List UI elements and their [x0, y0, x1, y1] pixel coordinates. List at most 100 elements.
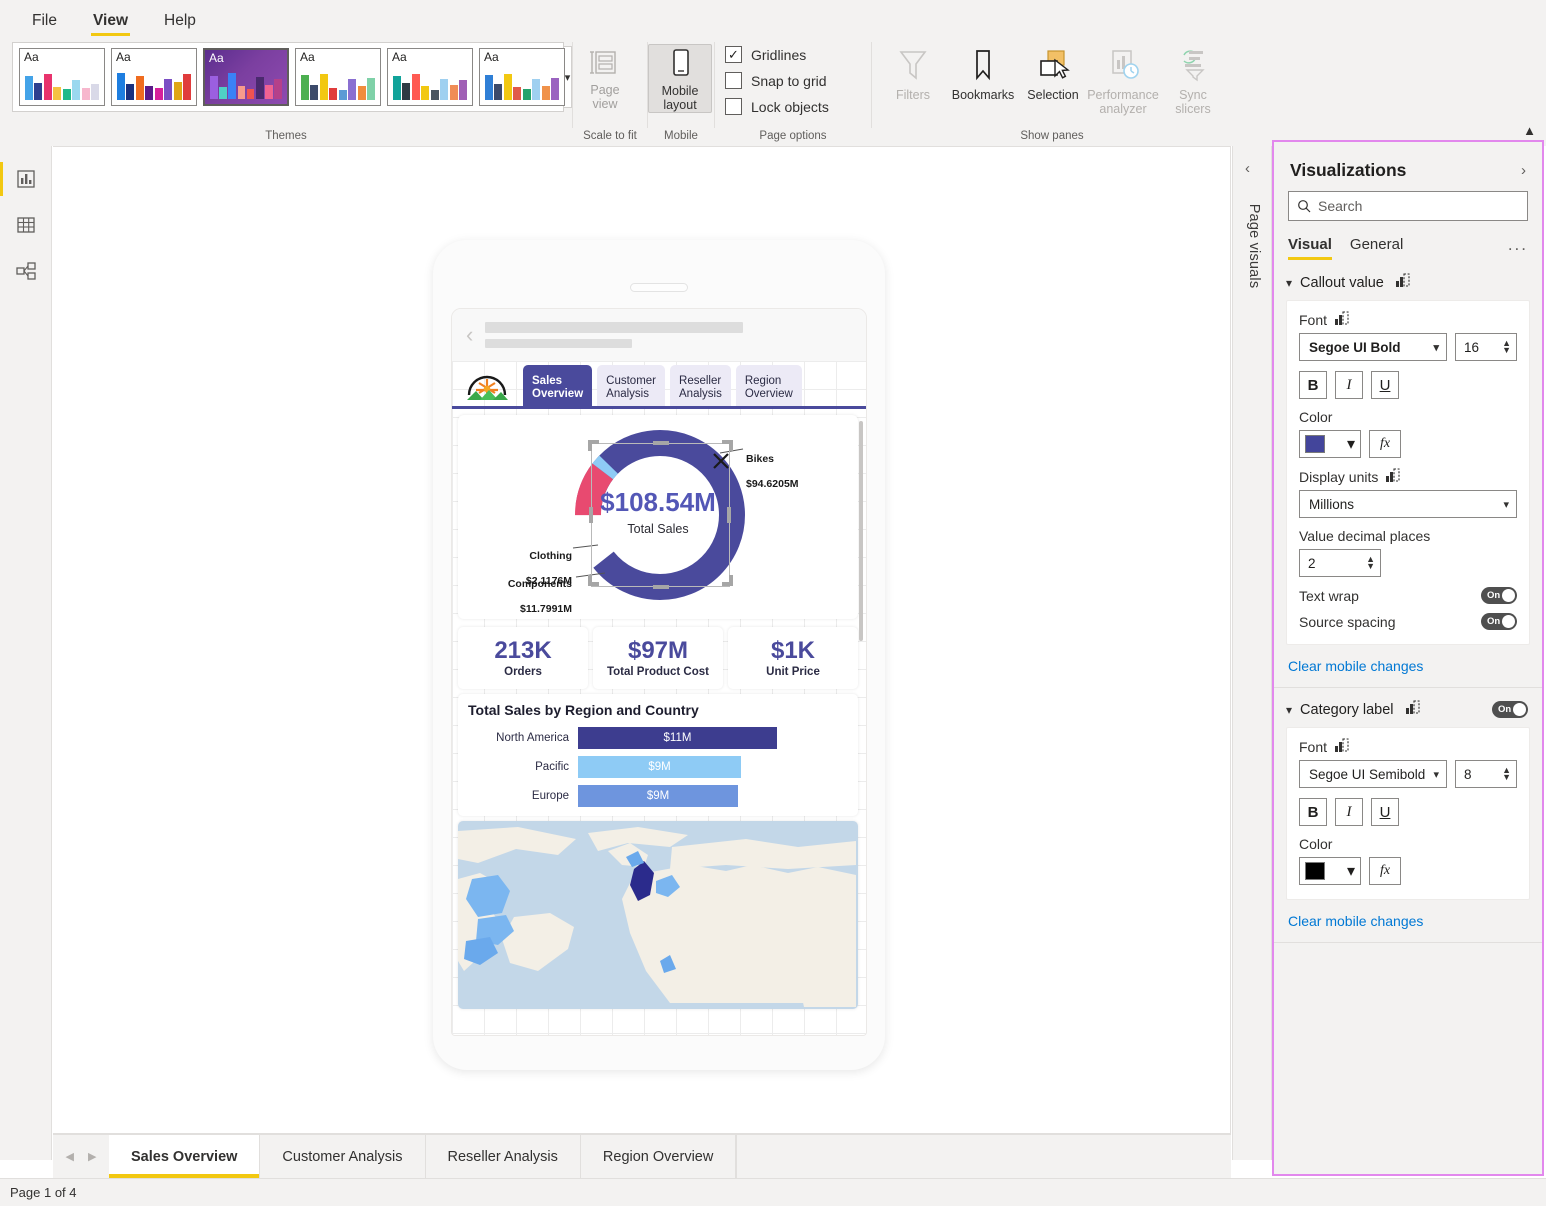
resize-handle-top[interactable]: [653, 441, 669, 445]
resize-handle-tr2[interactable]: [729, 440, 733, 451]
category-font-size-stepper[interactable]: 8 ▲ ▼: [1455, 760, 1517, 788]
ribbon-tab-help[interactable]: Help: [150, 8, 210, 36]
category-font-family-dropdown[interactable]: Segoe UI Semibold ▾: [1299, 760, 1447, 788]
category-label-toggle[interactable]: On: [1492, 701, 1528, 718]
font-size-stepper[interactable]: 16 ▲ ▼: [1455, 333, 1517, 361]
section-header-category-label[interactable]: ▾ Category label On: [1274, 688, 1542, 727]
gridlines-checkbox[interactable]: ✓: [725, 46, 742, 63]
next-page-icon[interactable]: ▶: [88, 1150, 96, 1163]
theme-swatch-1[interactable]: Aa: [19, 48, 105, 106]
chevron-down-icon[interactable]: ▾: [1286, 703, 1292, 717]
clear-mobile-changes-link-callout[interactable]: Clear mobile changes: [1274, 645, 1542, 687]
bookmarks-pane-button[interactable]: Bookmarks: [948, 42, 1018, 102]
lock-objects-checkbox-row[interactable]: Lock objects: [715, 98, 871, 115]
tab-general[interactable]: General: [1350, 236, 1403, 260]
chevron-down-icon[interactable]: ▾: [1286, 276, 1292, 290]
theme-swatch-6[interactable]: Aa: [479, 48, 565, 106]
bar-fill-europe[interactable]: $9M: [578, 785, 738, 807]
page-tab-customer-analysis[interactable]: Customer Analysis: [260, 1135, 426, 1178]
page-tab-sales-overview[interactable]: Sales Overview: [109, 1135, 261, 1178]
mobile-canvas[interactable]: Sales Overview Customer Analysis Reselle…: [452, 361, 866, 1035]
kpi-card-unit-price[interactable]: $1K Unit Price: [728, 627, 858, 689]
font-family-dropdown[interactable]: Segoe UI Bold ▾: [1299, 333, 1447, 361]
snap-to-grid-checkbox[interactable]: [725, 72, 742, 89]
theme-swatch-5[interactable]: Aa: [387, 48, 473, 106]
source-spacing-toggle[interactable]: On: [1481, 613, 1517, 630]
report-nav-tab-region-overview[interactable]: Region Overview: [735, 365, 802, 406]
more-options-icon[interactable]: ...: [1508, 235, 1528, 261]
category-italic-button[interactable]: I: [1335, 798, 1363, 826]
category-bold-button[interactable]: B: [1299, 798, 1327, 826]
sync-slicers-button[interactable]: Sync slicers: [1158, 42, 1228, 116]
revert-to-default-icon[interactable]: [1395, 273, 1412, 292]
revert-to-default-icon[interactable]: [1386, 468, 1402, 485]
page-tab-reseller-analysis[interactable]: Reseller Analysis: [426, 1135, 581, 1178]
tab-visual[interactable]: Visual: [1288, 236, 1332, 260]
theme-swatch-2[interactable]: Aa: [111, 48, 197, 106]
ribbon-tab-view[interactable]: View: [79, 8, 142, 36]
bold-button[interactable]: B: [1299, 371, 1327, 399]
underline-button[interactable]: U: [1371, 371, 1399, 399]
bar-fill-north-america[interactable]: $11M: [578, 727, 777, 749]
category-color-picker[interactable]: ▾: [1299, 857, 1361, 885]
theme-swatch-3-selected[interactable]: Aa: [203, 48, 289, 106]
revert-to-default-icon[interactable]: [1405, 700, 1422, 719]
stepper-arrows-icon[interactable]: ▲ ▼: [1502, 339, 1511, 355]
callout-color-picker[interactable]: ▾: [1299, 430, 1361, 458]
resize-handle-bottom[interactable]: [653, 585, 669, 589]
resize-handle-left[interactable]: [589, 507, 593, 523]
sidebar-item-report-view[interactable]: [0, 156, 52, 202]
report-nav-tab-sales-overview[interactable]: Sales Overview: [523, 365, 593, 406]
report-nav-tab-reseller-analysis[interactable]: Reseller Analysis: [670, 365, 731, 406]
prev-page-icon[interactable]: ◀: [66, 1150, 74, 1163]
revert-to-default-icon[interactable]: [1335, 738, 1351, 755]
conditional-formatting-fx-button[interactable]: fx: [1369, 430, 1401, 458]
bar-fill-pacific[interactable]: $9M: [578, 756, 741, 778]
gridlines-checkbox-row[interactable]: ✓ Gridlines: [715, 46, 871, 63]
themes-gallery[interactable]: Aa Aa Aa Aa Aa Aa: [12, 42, 565, 112]
section-header-callout-value[interactable]: ▾ Callout value: [1274, 261, 1542, 300]
sidebar-item-model-view[interactable]: [0, 248, 52, 294]
resize-handle-br2[interactable]: [729, 575, 733, 586]
revert-to-default-icon[interactable]: [1335, 311, 1351, 328]
map-visual[interactable]: [458, 821, 858, 1009]
mobile-layout-button[interactable]: Mobile layout: [648, 44, 712, 113]
resize-handle-tl2[interactable]: [588, 440, 592, 451]
chevron-left-icon[interactable]: ‹: [1245, 160, 1250, 177]
performance-analyzer-button[interactable]: Performance analyzer: [1087, 42, 1159, 116]
kpi-card-orders[interactable]: 213K Orders: [458, 627, 588, 689]
resize-handle-right[interactable]: [727, 507, 731, 523]
stepper-arrows-icon[interactable]: ▲ ▼: [1366, 555, 1375, 571]
lock-objects-checkbox[interactable]: [725, 98, 742, 115]
mobile-canvas-scrollbar[interactable]: [859, 421, 863, 641]
donut-chart-visual[interactable]: $108.54M Total Sales Bikes $94.6205M Clo…: [458, 415, 858, 619]
ribbon-collapse-chevron-up-icon[interactable]: ▲: [1523, 123, 1536, 138]
chevron-right-icon[interactable]: ›: [1521, 162, 1526, 179]
clear-mobile-changes-link-category[interactable]: Clear mobile changes: [1274, 900, 1542, 942]
bar-chart-visual[interactable]: Total Sales by Region and Country North …: [458, 694, 858, 816]
snap-to-grid-checkbox-row[interactable]: Snap to grid: [715, 72, 871, 89]
themes-more-chevron-down-icon[interactable]: ▾: [564, 46, 572, 108]
display-units-dropdown[interactable]: Millions ▾: [1299, 490, 1517, 518]
report-nav-tab-customer-analysis[interactable]: Customer Analysis: [597, 365, 666, 406]
ribbon-tab-file[interactable]: File: [18, 8, 71, 36]
page-view-button[interactable]: Page view: [573, 44, 637, 111]
remove-x-icon[interactable]: [711, 451, 731, 471]
chevron-left-icon[interactable]: ‹: [466, 324, 473, 346]
category-conditional-formatting-fx-button[interactable]: fx: [1369, 857, 1401, 885]
selection-pane-button[interactable]: Selection: [1018, 42, 1088, 102]
page-tab-region-overview[interactable]: Region Overview: [581, 1135, 737, 1178]
stepper-arrows-icon[interactable]: ▲ ▼: [1502, 766, 1511, 782]
filters-pane-button[interactable]: Filters: [878, 42, 948, 102]
kpi-card-total-product-cost[interactable]: $97M Total Product Cost: [593, 627, 723, 689]
sidebar-item-data-view[interactable]: [0, 202, 52, 248]
theme-swatch-4[interactable]: Aa: [295, 48, 381, 106]
category-underline-button[interactable]: U: [1371, 798, 1399, 826]
resize-handle-bl2[interactable]: [588, 575, 592, 586]
italic-button[interactable]: I: [1335, 371, 1363, 399]
search-input[interactable]: Search: [1288, 191, 1528, 221]
text-wrap-toggle[interactable]: On: [1481, 587, 1517, 604]
mobile-layout-screen[interactable]: ‹ Sales Overview Customer Analysis Resel…: [451, 308, 867, 1036]
page-visuals-pane-collapsed[interactable]: ‹ Page visuals: [1232, 146, 1272, 1160]
value-decimal-places-stepper[interactable]: 2 ▲ ▼: [1299, 549, 1381, 577]
